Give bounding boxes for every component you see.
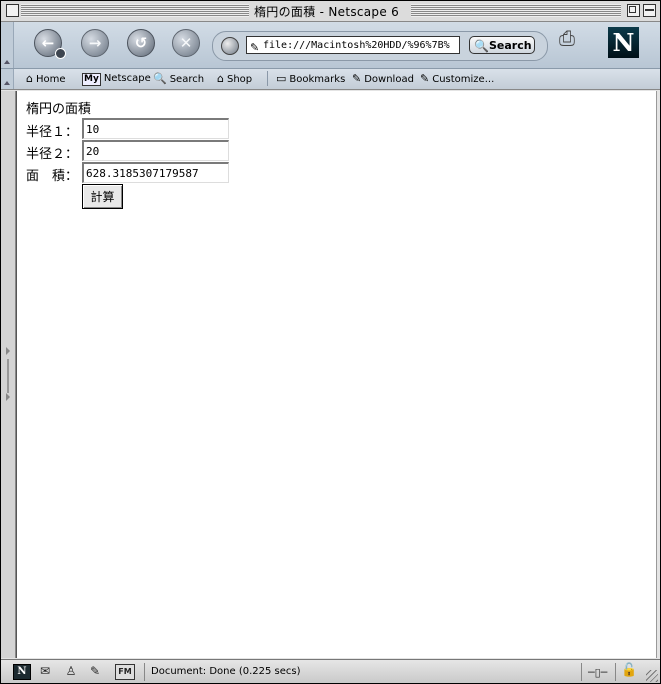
sidebar-grip-bar (7, 359, 9, 393)
stop-icon: ✕ (179, 34, 193, 52)
window-title: 楕円の面積 - Netscape 6 (254, 5, 400, 19)
home-icon: ⌂ (26, 72, 33, 85)
browser-window: 楕円の面積 - Netscape 6 ← → ↺ ✕ ✎ file:///Mac… (0, 0, 661, 684)
stop-button[interactable]: ✕ (172, 29, 200, 57)
bookmark-icon: ✎ (420, 72, 430, 85)
radius2-input[interactable] (82, 140, 229, 161)
page-proxy-icon[interactable]: ✎ (250, 39, 259, 53)
reload-button[interactable]: ↺ (127, 29, 155, 57)
netscape-throbber-logo[interactable]: N (608, 27, 639, 58)
page-content: 楕円の面積 半径１： 半径２： 面 積： 計算 (16, 91, 657, 658)
url-text: file:///Macintosh%20HDD/%96%7B% (263, 40, 450, 51)
back-history-dropdown-icon[interactable] (55, 48, 66, 59)
shop-icon: ⌂ (217, 72, 224, 85)
online-status-icon[interactable]: ─▯─ (588, 666, 607, 679)
forward-button[interactable]: → (81, 29, 109, 57)
back-arrow-icon: ← (41, 34, 55, 52)
zoom-box[interactable] (627, 4, 640, 17)
personal-item-search[interactable]: 🔍 Search (153, 72, 204, 87)
page-heading: 楕円の面積 (26, 102, 92, 117)
netscape-n-icon[interactable]: N (13, 664, 31, 680)
personal-item-home[interactable]: ⌂ Home (26, 72, 66, 87)
personal-item-bookmarks[interactable]: ▭ Bookmarks (276, 72, 345, 87)
radius1-label: 半径１： (26, 125, 79, 140)
sidebar-open-arrow-icon (6, 347, 10, 355)
personal-item-download[interactable]: ✎ Download (352, 72, 414, 87)
personal-toolbar-grippy[interactable] (1, 69, 14, 89)
toolbar-grippy[interactable] (1, 22, 14, 68)
radius1-input[interactable] (82, 118, 229, 139)
my-netscape-icon: My (82, 73, 101, 86)
instant-messenger-icon[interactable]: ♙ (63, 664, 79, 678)
area-output[interactable] (82, 162, 229, 183)
personal-toolbar: ⌂ Home My Netscape 🔍 Search ⌂ Shop ▭ Bookmark… (1, 69, 660, 90)
bookmarks-folder-icon: ▭ (276, 72, 287, 85)
back-button[interactable]: ← (34, 29, 66, 59)
area-label: 面 積： (26, 169, 79, 184)
sidebar-grippy[interactable] (1, 91, 16, 658)
personal-item-customize[interactable]: ✎ Customize... (420, 72, 494, 87)
title-bar[interactable]: 楕円の面積 - Netscape 6 (1, 1, 660, 22)
bookmark-icon: ✎ (352, 72, 362, 85)
print-icon[interactable]: ⎙ (559, 26, 589, 56)
status-text: Document: Done (0.225 secs) (151, 666, 301, 677)
resize-grip-icon[interactable] (646, 670, 658, 682)
title-stripes-right (411, 4, 621, 17)
status-separator (581, 663, 582, 681)
navigation-toolbar: ← → ↺ ✕ ✎ file:///Macintosh%20HDD/%96%7B… (1, 22, 660, 69)
composer-icon[interactable]: ✎ (87, 664, 103, 678)
status-bar: N ✉ ♙ ✎ FM Document: Done (0.225 secs) ─… (1, 659, 660, 683)
search-icon: 🔍 (153, 72, 167, 85)
close-box[interactable] (6, 4, 19, 17)
url-history-button[interactable] (221, 37, 239, 55)
search-button-label: Search (489, 39, 532, 52)
mail-icon[interactable]: ✉ (37, 664, 53, 678)
status-separator (615, 663, 616, 681)
personal-item-shop[interactable]: ⌂ Shop (217, 72, 252, 87)
magnifier-icon: 🔍 (474, 39, 489, 53)
forward-arrow-icon: → (88, 34, 102, 52)
collapse-box[interactable] (643, 4, 656, 17)
security-lock-icon[interactable]: 🔓 (621, 663, 637, 678)
sidebar-open-arrow-icon (6, 393, 10, 401)
search-button[interactable]: 🔍 Search (469, 36, 535, 54)
url-input[interactable]: ✎ file:///Macintosh%20HDD/%96%7B% ▼ (246, 36, 460, 54)
radius2-label: 半径２： (26, 147, 79, 162)
toolbar-separator (267, 71, 268, 86)
title-stripes-left (21, 4, 249, 17)
url-bar-container: ✎ file:///Macintosh%20HDD/%96%7B% ▼ 🔍 Se… (212, 31, 548, 61)
status-separator (144, 663, 145, 681)
reload-icon: ↺ (134, 34, 148, 52)
address-book-icon[interactable]: FM (115, 664, 135, 680)
calculate-button[interactable]: 計算 (82, 184, 123, 209)
personal-item-netscape[interactable]: My Netscape (82, 72, 151, 86)
